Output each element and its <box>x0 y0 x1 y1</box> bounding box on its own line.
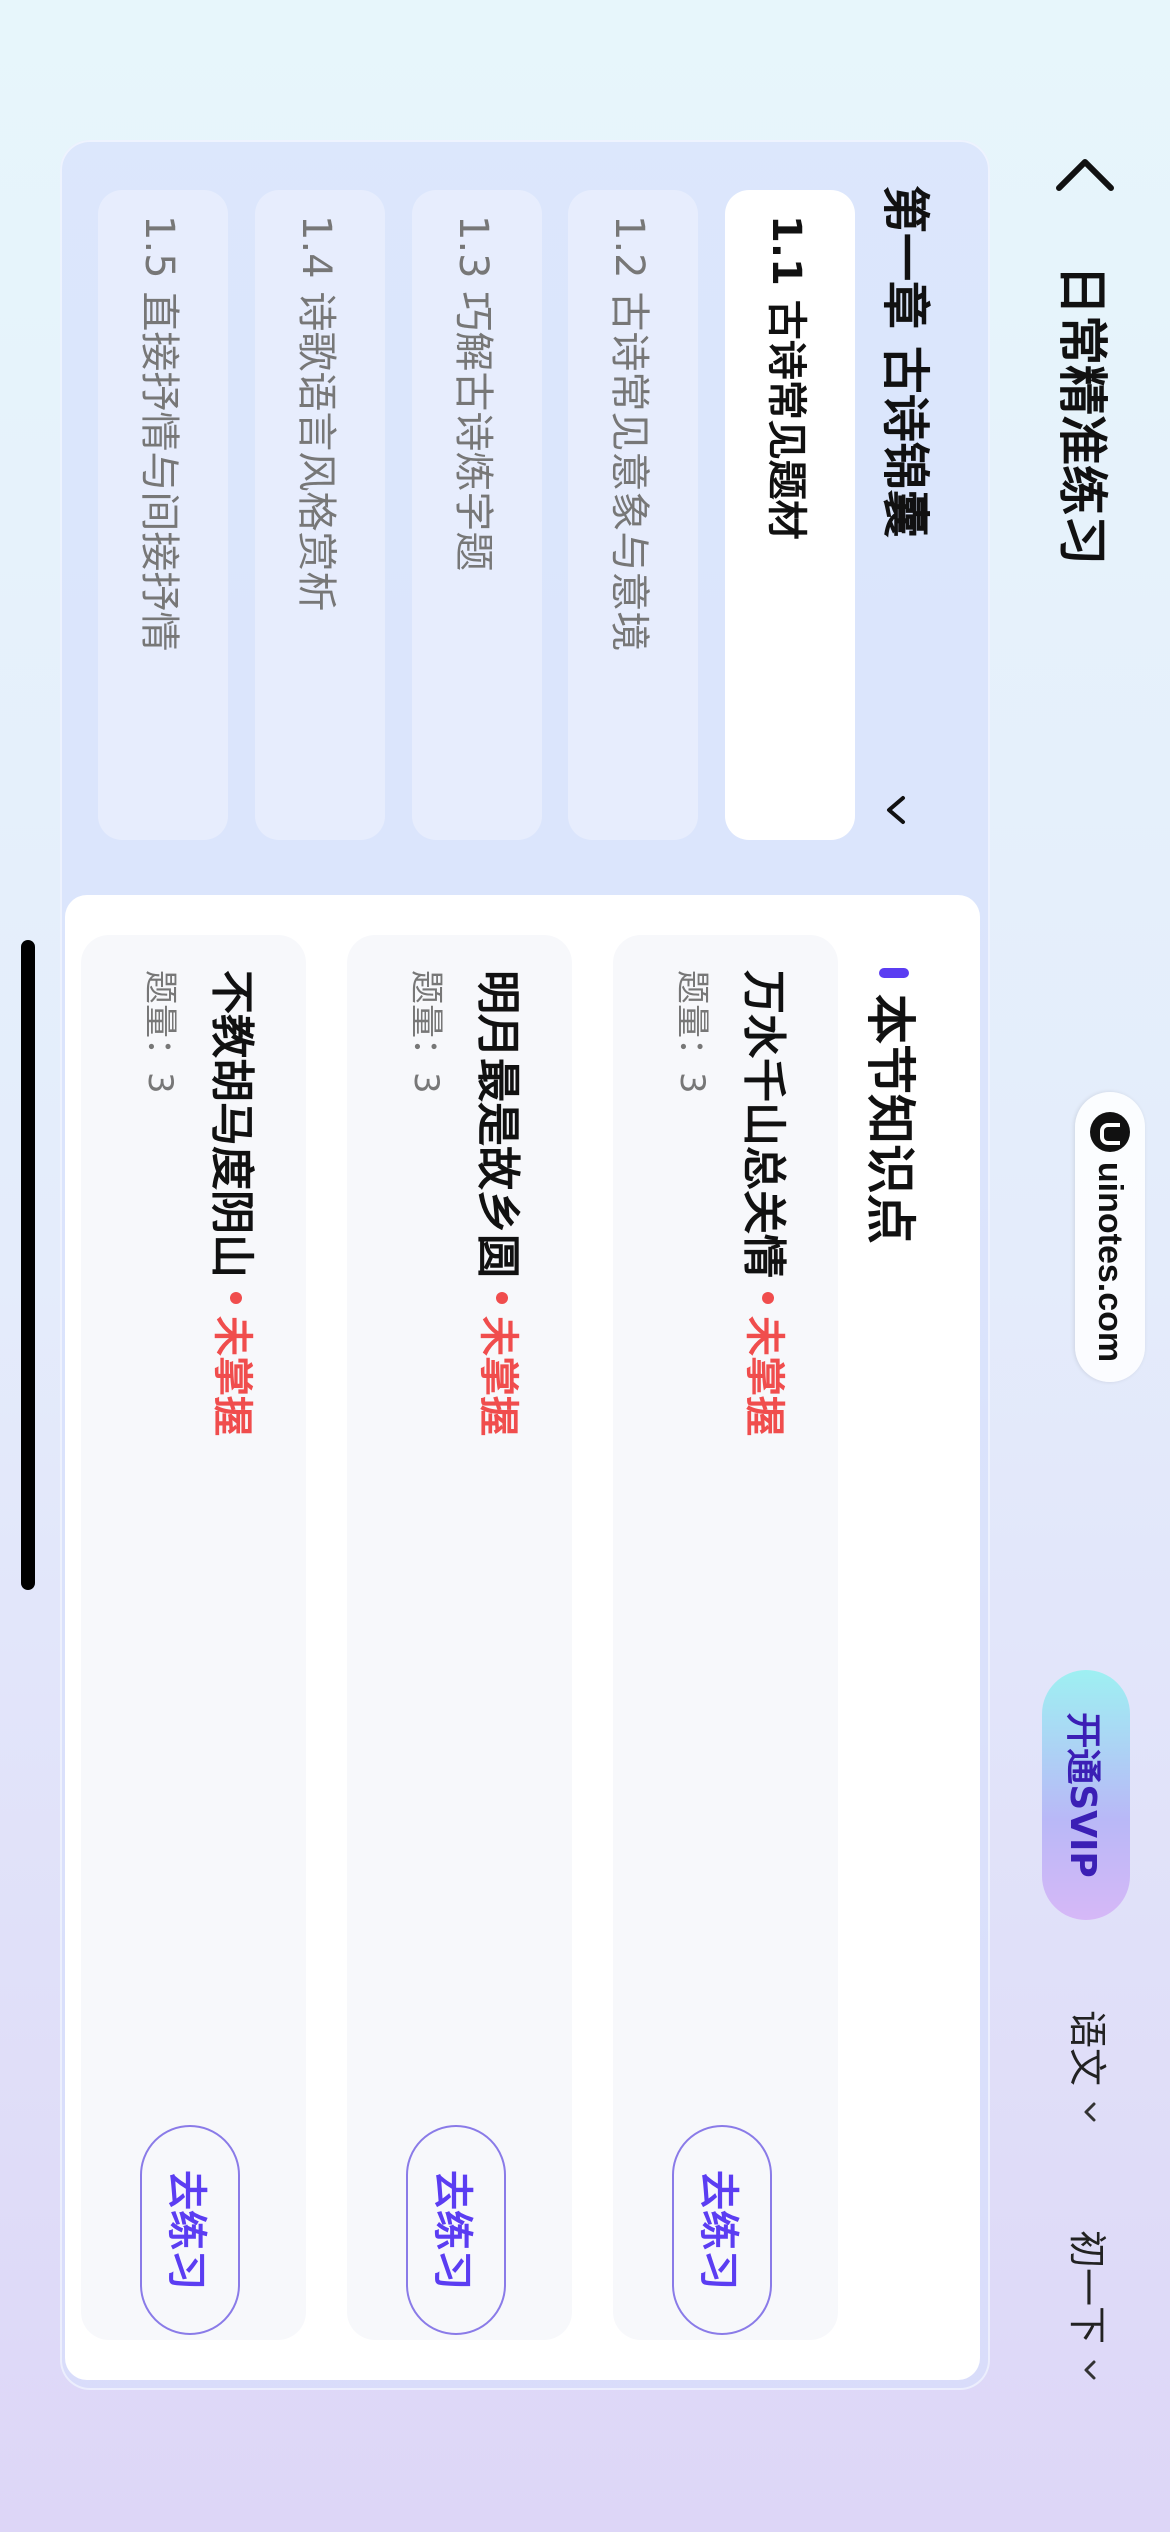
section-tab-1-1[interactable]: 1.1 古诗常见题材 <box>725 190 855 840</box>
landscape-stage: uinotes.com 日常精准练习 开通SVIP 语文 初一下 第一章 古诗锦… <box>0 0 1170 2532</box>
knowledge-item: 不教胡马度阴山 未掌握 题量：3 去练习 <box>81 935 306 2340</box>
section-tab-1-5[interactable]: 1.5 直接抒情与间接抒情 <box>98 190 228 840</box>
grade-selector[interactable]: 初一下 <box>1063 2230 1118 2382</box>
knowledge-item-name: 万水千山总关情 <box>738 970 789 1278</box>
title-accent-bar <box>879 968 909 978</box>
status-badge: 未掌握 <box>475 1316 521 1436</box>
section-tab-1-2[interactable]: 1.2 古诗常见意象与意境 <box>568 190 698 840</box>
watermark: uinotes.com <box>1075 1092 1145 1382</box>
knowledge-item: 明月最是故乡圆 未掌握 题量：3 去练习 <box>347 935 572 2340</box>
knowledge-item-name: 明月最是故乡圆 <box>472 970 523 1278</box>
back-button[interactable] <box>1045 140 1125 220</box>
status-badge: 未掌握 <box>741 1316 787 1436</box>
knowledge-item-title: 不教胡马度阴山 未掌握 <box>204 970 268 1436</box>
question-count: 题量：3 <box>406 970 446 1094</box>
page-title: 日常精准练习 <box>1053 265 1111 565</box>
subject-label: 语文 <box>1065 2010 1109 2087</box>
knowledge-item-title: 万水千山总关情 未掌握 <box>736 970 800 1436</box>
subject-selector[interactable]: 语文 <box>1063 2010 1118 2124</box>
knowledge-title: 本节知识点 <box>858 968 930 1244</box>
practice-button[interactable]: 去练习 <box>672 2125 772 2335</box>
status-dot-icon <box>230 1292 242 1304</box>
practice-button[interactable]: 去练习 <box>406 2125 506 2335</box>
question-count: 题量：3 <box>672 970 712 1094</box>
status-badge: 未掌握 <box>209 1316 255 1436</box>
chevron-down-icon <box>887 796 905 824</box>
status-dot-icon <box>496 1292 508 1304</box>
question-count: 题量：3 <box>140 970 180 1094</box>
knowledge-item: 万水千山总关情 未掌握 题量：3 去练习 <box>613 935 838 2340</box>
chevron-down-icon <box>1085 2102 1096 2122</box>
section-tab-1-3[interactable]: 1.3 巧解古诗炼字题 <box>412 190 542 840</box>
grade-label: 初一下 <box>1065 2230 1109 2345</box>
chapter-expand-button[interactable] <box>875 790 915 830</box>
section-tab-1-4[interactable]: 1.4 诗歌语言风格赏析 <box>255 190 385 840</box>
open-svip-button[interactable]: 开通SVIP <box>1042 1670 1130 1920</box>
chapter-title: 第一章 古诗锦囊 <box>877 185 933 538</box>
knowledge-item-name: 不教胡马度阴山 <box>206 970 257 1278</box>
knowledge-title-text: 本节知识点 <box>861 994 919 1244</box>
chevron-left-icon <box>1056 159 1114 191</box>
chevron-down-icon <box>1085 2360 1096 2380</box>
uinotes-logo-icon <box>1090 1111 1130 1152</box>
status-dot-icon <box>762 1292 774 1304</box>
practice-button[interactable]: 去练习 <box>140 2125 240 2335</box>
watermark-text: uinotes.com <box>1091 1161 1130 1363</box>
knowledge-item-title: 明月最是故乡圆 未掌握 <box>470 970 534 1436</box>
home-indicator[interactable] <box>21 940 35 1590</box>
